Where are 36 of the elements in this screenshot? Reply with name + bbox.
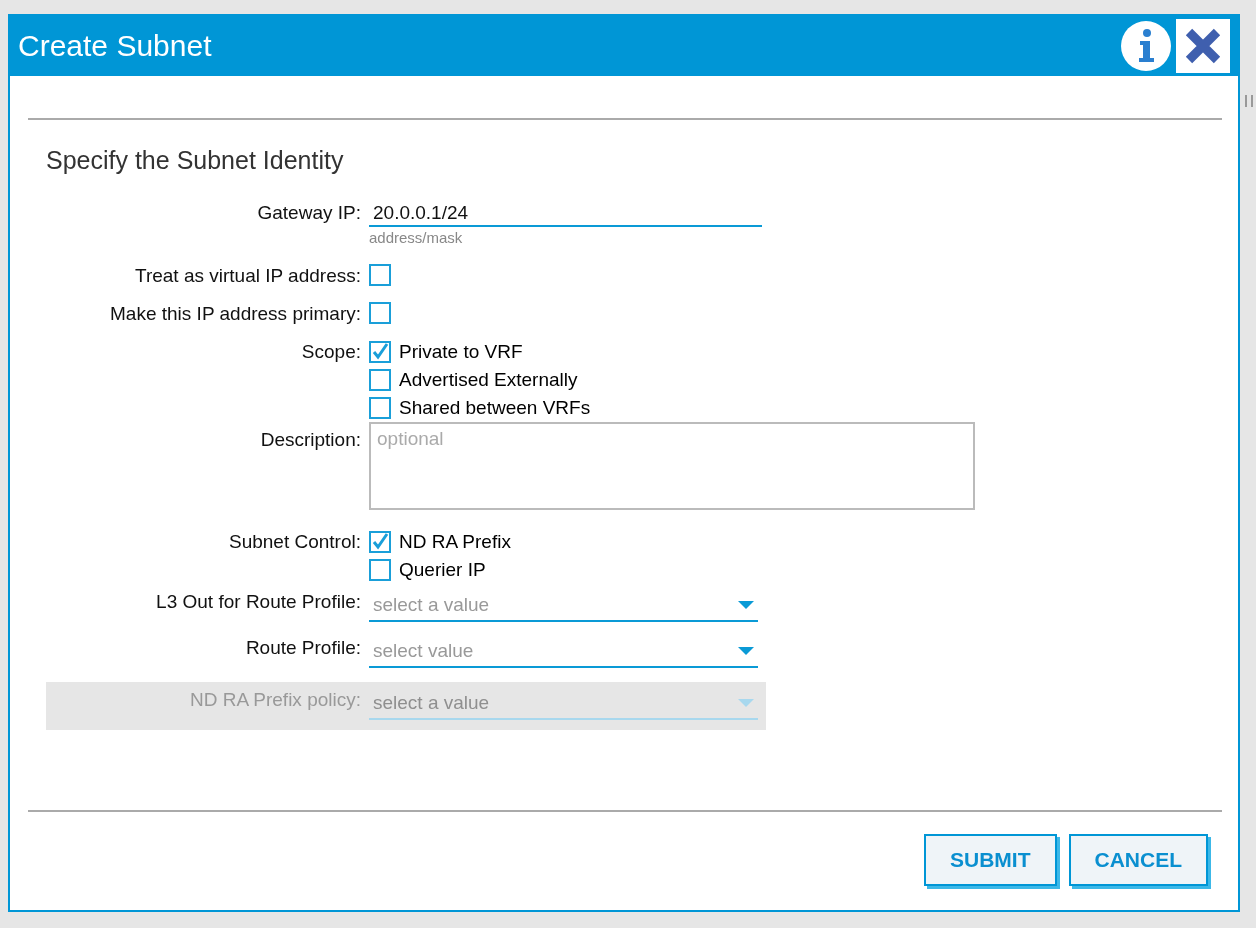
checkbox-label: Querier IP	[399, 559, 486, 581]
caret-icon	[738, 601, 754, 609]
dialog-button[interactable]: CANCEL	[1068, 834, 1208, 886]
dialog-button[interactable]: SUBMIT	[924, 834, 1057, 886]
section-title: Specify the Subnet Identity	[46, 146, 345, 175]
checkbox[interactable]	[369, 302, 391, 324]
checkbox-label: Advertised Externally	[399, 369, 578, 391]
checkbox[interactable]	[369, 264, 391, 286]
field-label: Make this IP address primary:	[109, 302, 362, 326]
close-icon	[1184, 27, 1222, 65]
field-label: Description:	[259, 428, 362, 452]
checkbox[interactable]	[369, 559, 391, 581]
close-button[interactable]	[1176, 19, 1230, 73]
checkbox[interactable]	[369, 369, 391, 391]
field-label: Treat as virtual IP address:	[134, 264, 362, 288]
caret-icon	[738, 699, 754, 707]
field-hint: address/mask	[369, 229, 464, 246]
checkbox-label: Private to VRF	[399, 341, 523, 363]
field-label: Scope:	[300, 340, 362, 364]
description-field[interactable]: optional	[369, 422, 975, 510]
checkbox[interactable]	[369, 341, 391, 363]
checkbox[interactable]	[369, 397, 391, 419]
field-label: L3 Out for Route Profile:	[155, 590, 362, 614]
dialog-title: Create Subnet	[18, 29, 213, 63]
field-label: Route Profile:	[244, 636, 362, 660]
checkbox[interactable]	[369, 531, 391, 553]
field-label: Subnet Control:	[227, 530, 362, 554]
caret-icon	[738, 647, 754, 655]
checkbox-label: Shared between VRFs	[399, 397, 591, 419]
field-label: ND RA Prefix policy:	[188, 688, 362, 712]
checkbox-label: ND RA Prefix	[399, 531, 511, 553]
info-icon[interactable]	[1120, 20, 1172, 72]
dropdown[interactable]: select a value	[369, 590, 758, 622]
dropdown[interactable]: select value	[369, 636, 758, 668]
field-label: Gateway IP:	[256, 201, 362, 225]
grip-icon[interactable]	[1243, 94, 1255, 108]
